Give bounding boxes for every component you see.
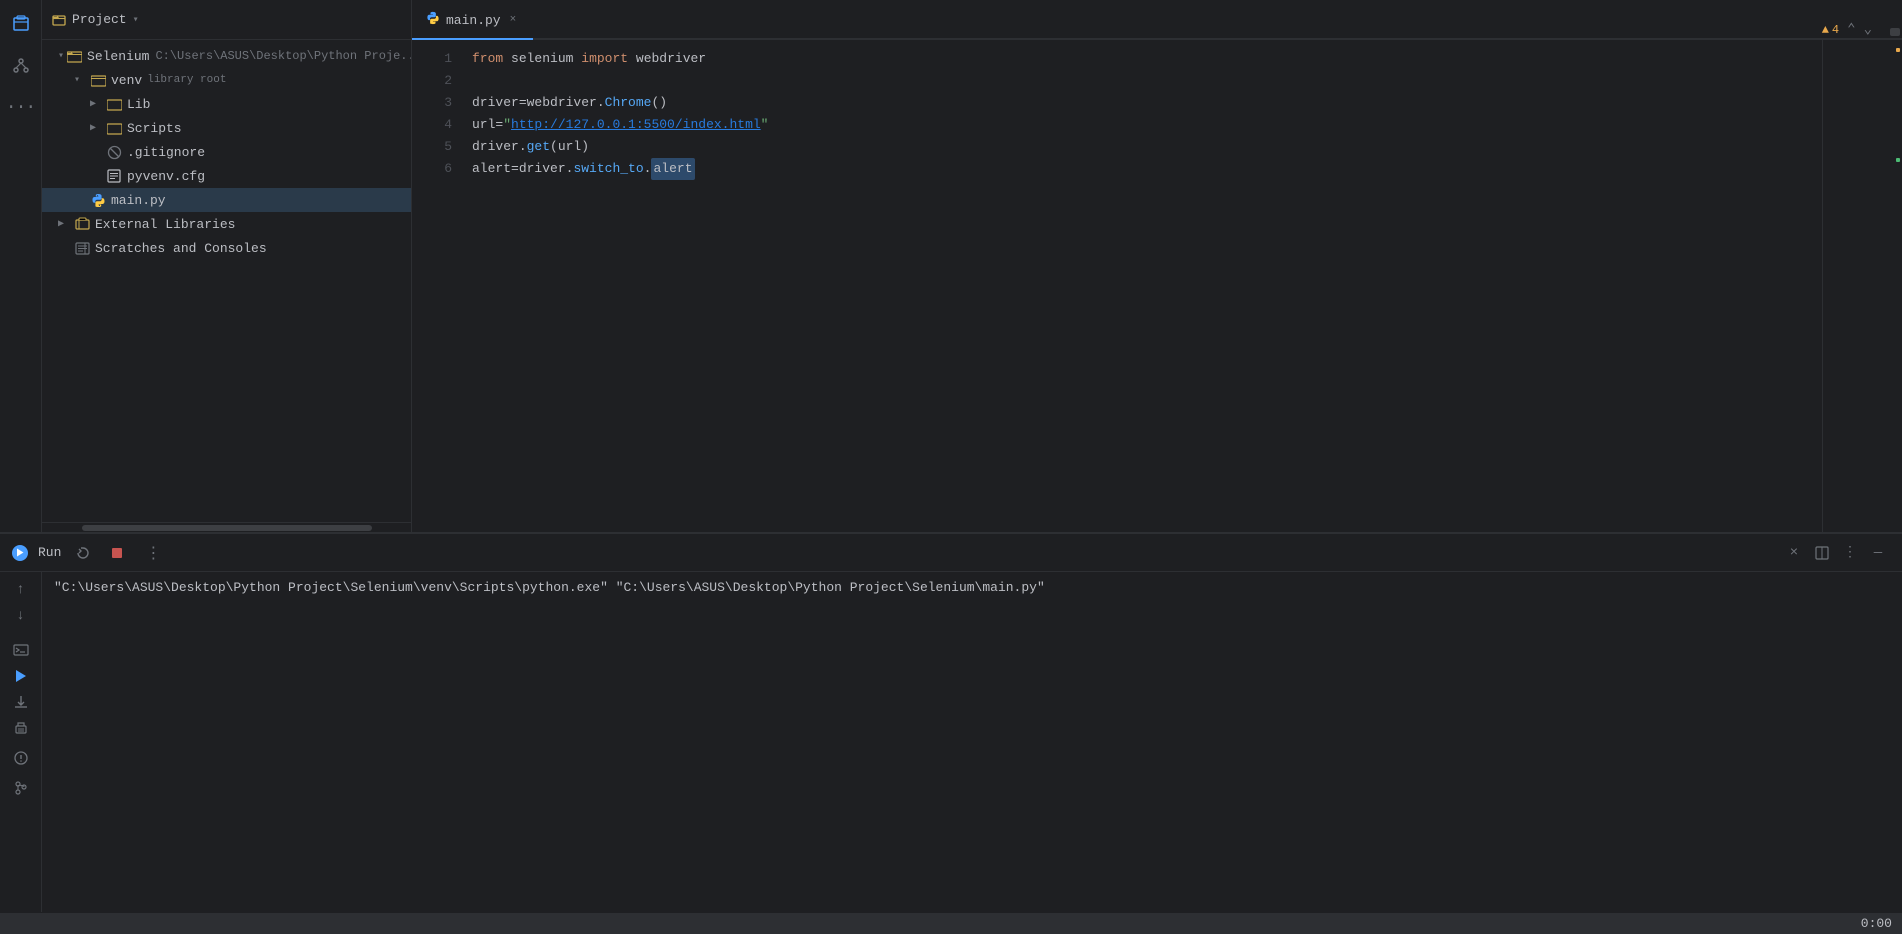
download-btn[interactable] bbox=[9, 690, 33, 714]
minimize-panel-button[interactable]: — bbox=[1866, 541, 1890, 565]
bottom-left-icons: ↑ ↓ bbox=[0, 572, 42, 912]
folder-icon bbox=[52, 13, 66, 27]
collapse-icon[interactable]: ⌄ bbox=[1864, 21, 1872, 38]
minimap-warning-indicator bbox=[1896, 48, 1900, 52]
minimap bbox=[1822, 40, 1902, 532]
print-btn[interactable] bbox=[9, 716, 33, 740]
bottom-panel-header: Run ⋮ × ⋮ — bbox=[0, 534, 1902, 572]
project-icon[interactable] bbox=[3, 6, 39, 42]
editor-area: main.py × ▲ 4 ⌃ ⌄ bbox=[412, 0, 1902, 532]
project-title: Project bbox=[72, 12, 127, 27]
warning-count: 4 bbox=[1832, 23, 1839, 37]
status-bar: 0:00 bbox=[0, 912, 1902, 934]
extlib-arrow: ▶ bbox=[58, 218, 72, 230]
line-numbers: 1 2 3 4 5 6 bbox=[412, 40, 462, 532]
extlib-icon bbox=[74, 216, 90, 232]
tree-item-gitignore[interactable]: .gitignore bbox=[42, 140, 411, 164]
tree-item-pyvenv[interactable]: pyvenv.cfg bbox=[42, 164, 411, 188]
run-debug-btn[interactable] bbox=[9, 664, 33, 688]
scroll-down-btn[interactable]: ↓ bbox=[9, 604, 33, 628]
tab-mainpy-label: main.py bbox=[446, 13, 501, 28]
project-chevron: ▾ bbox=[133, 14, 139, 26]
console-command-line: "C:\Users\ASUS\Desktop\Python Project\Se… bbox=[54, 580, 1890, 595]
venv-suffix: library root bbox=[147, 74, 226, 86]
tree-item-venv[interactable]: ▾ venv library root bbox=[42, 68, 411, 92]
code-line-2 bbox=[472, 70, 1822, 92]
stop-button[interactable] bbox=[105, 541, 129, 565]
selenium-label: Selenium bbox=[87, 49, 149, 64]
lib-arrow: ▶ bbox=[90, 98, 104, 110]
warning-icon: ▲ bbox=[1822, 23, 1829, 37]
git-branch-btn[interactable] bbox=[9, 776, 33, 800]
extlib-label: External Libraries bbox=[95, 217, 235, 232]
scratches-icon bbox=[74, 240, 90, 256]
expand-icon[interactable]: ⌃ bbox=[1847, 21, 1855, 38]
run-more-button[interactable]: ⋮ bbox=[139, 541, 167, 565]
tree-item-scratches[interactable]: Scratches and Consoles bbox=[42, 236, 411, 260]
status-time: 0:00 bbox=[1861, 916, 1892, 931]
error-btn[interactable] bbox=[9, 746, 33, 770]
minimap-indicator bbox=[1896, 158, 1900, 162]
selenium-path: C:\Users\ASUS\Desktop\Python Proje... bbox=[155, 49, 411, 63]
scratches-label: Scratches and Consoles bbox=[95, 241, 267, 256]
code-line-1: from selenium import webdriver bbox=[472, 48, 1822, 70]
scripts-folder-icon bbox=[106, 120, 122, 136]
project-panel: Project ▾ ▾ Selenium C:\Users\ASUS\Deskt… bbox=[42, 0, 412, 532]
warning-badge[interactable]: ▲ 4 bbox=[1822, 23, 1839, 37]
code-line-3: driver=webdriver.Chrome() bbox=[472, 92, 1822, 114]
terminal-btn[interactable] bbox=[9, 638, 33, 662]
gitignore-label: .gitignore bbox=[127, 145, 205, 160]
scroll-up-btn[interactable]: ↑ bbox=[9, 578, 33, 602]
run-icon bbox=[12, 545, 28, 561]
tab-python-icon bbox=[426, 11, 440, 29]
rerun-button[interactable] bbox=[71, 541, 95, 565]
tab-close-btn[interactable]: × bbox=[507, 13, 520, 27]
panel-right-actions: × ⋮ — bbox=[1782, 541, 1890, 565]
mainpy-label: main.py bbox=[111, 193, 166, 208]
lib-label: Lib bbox=[127, 97, 150, 112]
close-panel-button[interactable]: × bbox=[1782, 541, 1806, 565]
left-sidebar: ··· bbox=[0, 0, 42, 532]
console-output-area: "C:\Users\ASUS\Desktop\Python Project\Se… bbox=[42, 572, 1902, 912]
cfg-icon bbox=[106, 168, 122, 184]
scripts-arrow: ▶ bbox=[90, 122, 104, 134]
split-panel-button[interactable] bbox=[1810, 541, 1834, 565]
tab-mainpy[interactable]: main.py × bbox=[412, 2, 533, 40]
editor-tabs: main.py × ▲ 4 ⌃ ⌄ bbox=[412, 0, 1902, 40]
mainpy-python-icon bbox=[90, 192, 106, 208]
code-content[interactable]: from selenium import webdriver driver=we… bbox=[462, 40, 1822, 532]
tree-item-mainpy[interactable]: main.py bbox=[42, 188, 411, 212]
venv-label: venv bbox=[111, 73, 142, 88]
run-panel-label: Run bbox=[38, 545, 61, 560]
code-line-6: alert=driver.switch_to.alert bbox=[472, 158, 1822, 180]
tree-item-scripts[interactable]: ▶ Scripts bbox=[42, 116, 411, 140]
project-header[interactable]: Project ▾ bbox=[42, 0, 411, 40]
pyvenv-label: pyvenv.cfg bbox=[127, 169, 205, 184]
panel-more-button[interactable]: ⋮ bbox=[1838, 541, 1862, 565]
scripts-label: Scripts bbox=[127, 121, 182, 136]
structure-icon[interactable] bbox=[3, 48, 39, 84]
bottom-panel: Run ⋮ × ⋮ — bbox=[0, 532, 1902, 912]
more-tools-icon[interactable]: ··· bbox=[3, 90, 39, 126]
bottom-content-area: ↑ ↓ bbox=[0, 572, 1902, 912]
code-editor[interactable]: 1 2 3 4 5 6 from selenium import webdriv… bbox=[412, 40, 1902, 532]
tree-item-lib[interactable]: ▶ Lib bbox=[42, 92, 411, 116]
project-tree: ▾ Selenium C:\Users\ASUS\Desktop\Python … bbox=[42, 40, 411, 522]
tree-item-external-libs[interactable]: ▶ External Libraries bbox=[42, 212, 411, 236]
venv-folder-icon bbox=[90, 72, 106, 88]
venv-arrow: ▾ bbox=[74, 74, 88, 86]
scrollbar-thumb bbox=[82, 525, 372, 531]
lib-folder-icon bbox=[106, 96, 122, 112]
code-line-5: driver.get(url) bbox=[472, 136, 1822, 158]
panel-scrollbar[interactable] bbox=[42, 522, 411, 532]
selenium-folder-icon bbox=[66, 48, 82, 64]
selenium-arrow: ▾ bbox=[58, 50, 64, 62]
tree-item-selenium[interactable]: ▾ Selenium C:\Users\ASUS\Desktop\Python … bbox=[42, 44, 411, 68]
code-line-4: url="http://127.0.0.1:5500/index.html" bbox=[472, 114, 1822, 136]
gitignore-icon bbox=[106, 144, 122, 160]
